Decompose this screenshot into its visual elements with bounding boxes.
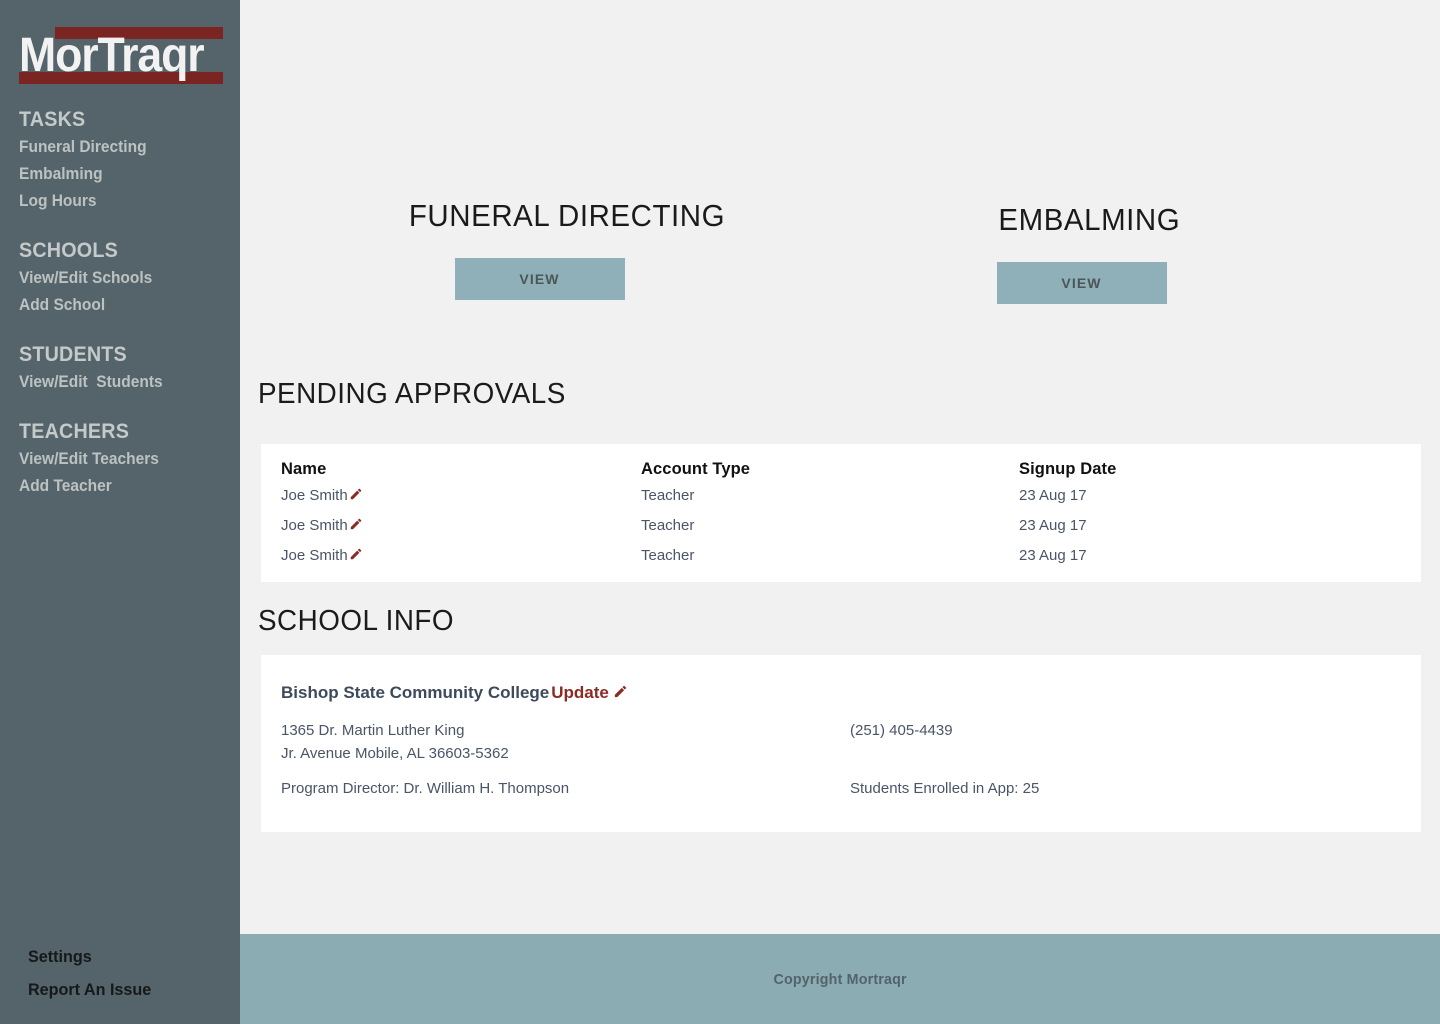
nav-group-students: STUDENTS View/Edit Students: [19, 341, 229, 396]
table-row: Joe Smith Teacher 23 Aug 17: [261, 540, 1421, 570]
view-button-funeral-directing[interactable]: VIEW: [454, 258, 625, 300]
school-name: Bishop State Community College: [281, 683, 550, 702]
cell-signup-date: 23 Aug 17: [1019, 547, 1087, 564]
app-logo[interactable]: MorTraqr: [19, 27, 223, 87]
nav-group-tasks: TASKS Funeral Directing Embalming Log Ho…: [19, 106, 229, 215]
cell-name: Joe Smith: [261, 480, 641, 510]
table-row: Joe Smith Teacher 23 Aug 17: [261, 510, 1421, 540]
edit-pencil-icon[interactable]: [613, 684, 628, 699]
section-title-school-info: SCHOOL INFO: [258, 605, 455, 637]
nav-group-schools: SCHOOLS View/Edit Schools Add School: [19, 237, 229, 319]
footer-copyright: Copyright Mortraqr: [773, 970, 907, 988]
sidebar-nav: TASKS Funeral Directing Embalming Log Ho…: [19, 106, 229, 500]
nav-heading-schools: SCHOOLS: [19, 239, 118, 262]
school-info-left-column: 1365 Dr. Martin Luther King Jr. Avenue M…: [281, 719, 850, 800]
column-header-name: Name: [281, 460, 327, 478]
task-title-funeral-directing: FUNERAL DIRECTING: [408, 198, 726, 233]
nav-heading-students: STUDENTS: [19, 343, 127, 366]
tasks-row: FUNERAL DIRECTING VIEW EMBALMING VIEW: [240, 0, 1440, 330]
school-students-enrolled: Students Enrolled in App: 25: [850, 780, 1040, 797]
task-card-funeral-directing: FUNERAL DIRECTING VIEW: [402, 196, 726, 300]
main-content: FUNERAL DIRECTING VIEW EMBALMING VIEW PE…: [240, 0, 1440, 1024]
sidebar-item-add-teacher[interactable]: Add Teacher: [19, 473, 216, 500]
cell-account-type: Teacher: [641, 547, 695, 564]
footer: Copyright Mortraqr: [240, 934, 1440, 1024]
approval-name: Joe Smith: [281, 547, 348, 564]
pending-approvals-table: Name Account Type Signup Date Joe Smith …: [261, 444, 1421, 570]
cell-account-type: Teacher: [641, 487, 695, 504]
pending-approvals-card: Name Account Type Signup Date Joe Smith …: [261, 444, 1421, 582]
school-info-header: Bishop State Community College Update: [261, 655, 1421, 703]
school-info-grid: 1365 Dr. Martin Luther King Jr. Avenue M…: [261, 703, 1421, 800]
cell-name: Joe Smith: [261, 540, 641, 570]
edit-pencil-icon[interactable]: [349, 547, 363, 561]
school-program-director: Program Director: Dr. William H. Thompso…: [281, 780, 570, 797]
cell-signup-date: 23 Aug 17: [1019, 487, 1087, 504]
sidebar-item-view-edit-schools[interactable]: View/Edit Schools: [19, 265, 216, 292]
approval-name: Joe Smith: [281, 487, 348, 504]
logo-text: MorTraqr: [19, 29, 205, 82]
sidebar-item-embalming[interactable]: Embalming: [19, 161, 216, 188]
task-title-embalming: EMBALMING: [998, 202, 1181, 237]
column-header-account-type: Account Type: [641, 460, 751, 478]
cell-account-type: Teacher: [641, 517, 695, 534]
school-address-line-2: Jr. Avenue Mobile, AL 36603-5362: [281, 745, 509, 762]
update-school-link[interactable]: Update: [551, 683, 609, 702]
sidebar-item-view-edit-students[interactable]: View/Edit Students: [19, 369, 216, 396]
view-button-embalming[interactable]: VIEW: [996, 262, 1167, 304]
edit-pencil-icon[interactable]: [349, 487, 363, 501]
app-root: MorTraqr TASKS Funeral Directing Embalmi…: [0, 0, 1440, 1024]
section-title-pending-approvals: PENDING APPROVALS: [258, 378, 566, 410]
edit-pencil-icon[interactable]: [349, 517, 363, 531]
table-row: Joe Smith Teacher 23 Aug 17: [261, 480, 1421, 510]
school-phone: (251) 405-4439: [850, 722, 953, 739]
nav-group-teachers: TEACHERS View/Edit Teachers Add Teacher: [19, 418, 229, 500]
task-card-embalming: EMBALMING VIEW: [994, 200, 1181, 304]
sidebar-item-funeral-directing[interactable]: Funeral Directing: [19, 134, 216, 161]
sidebar-item-report-an-issue[interactable]: Report An Issue: [28, 973, 151, 1006]
nav-heading-teachers: TEACHERS: [19, 420, 130, 443]
nav-heading-tasks: TASKS: [19, 108, 86, 131]
cell-signup-date: 23 Aug 17: [1019, 517, 1087, 534]
approval-name: Joe Smith: [281, 517, 348, 534]
column-header-signup-date: Signup Date: [1019, 460, 1117, 478]
school-info-right-column: (251) 405-4439 Students Enrolled in App:…: [850, 719, 1039, 800]
sidebar-bottom-links: Settings Report An Issue: [28, 940, 158, 1006]
school-info-card: Bishop State Community College Update 136…: [261, 655, 1421, 832]
table-header-row: Name Account Type Signup Date: [261, 444, 1421, 480]
cell-name: Joe Smith: [261, 510, 641, 540]
sidebar: MorTraqr TASKS Funeral Directing Embalmi…: [0, 0, 240, 1024]
school-address-line-1: 1365 Dr. Martin Luther King: [281, 722, 465, 739]
sidebar-item-view-edit-teachers[interactable]: View/Edit Teachers: [19, 446, 216, 473]
sidebar-item-log-hours[interactable]: Log Hours: [19, 188, 216, 215]
sidebar-item-add-school[interactable]: Add School: [19, 292, 216, 319]
sidebar-item-settings[interactable]: Settings: [28, 940, 151, 973]
pending-approvals-body: Joe Smith Teacher 23 Aug 17 Joe Smith Te…: [261, 480, 1421, 570]
